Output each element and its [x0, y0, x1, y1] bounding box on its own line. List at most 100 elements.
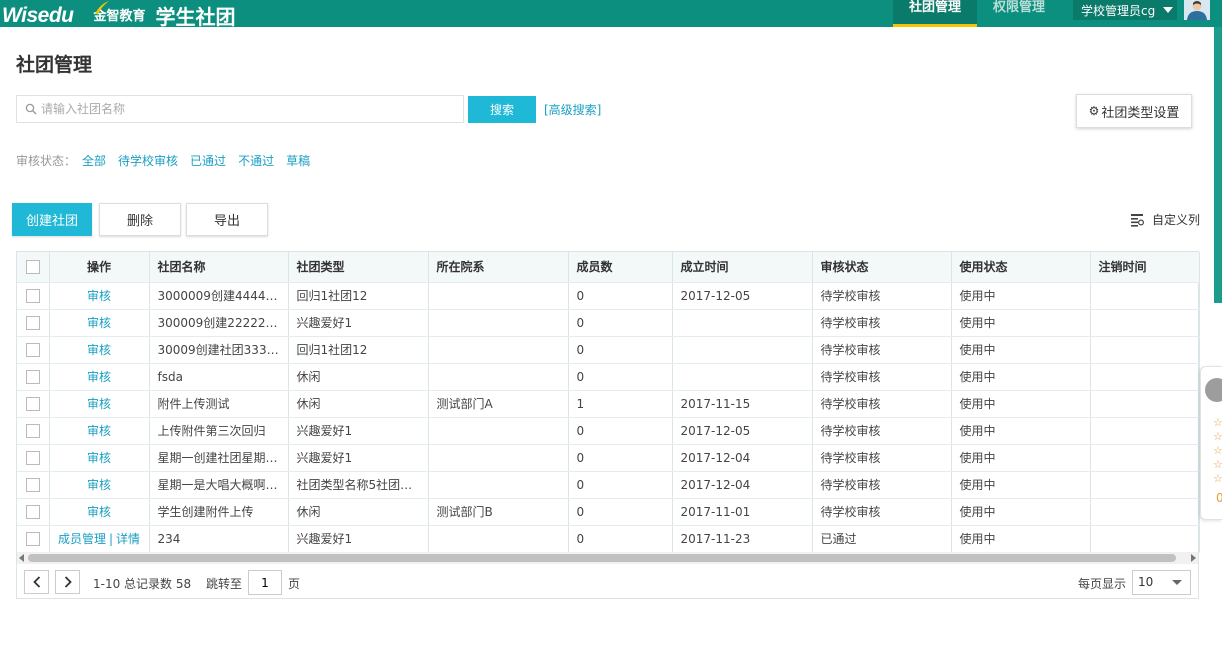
cell-founded-date [672, 309, 813, 337]
column-header-members[interactable]: 成员数 [568, 252, 673, 283]
cell-cancel-time [1090, 525, 1200, 553]
operation-link[interactable]: 审核 [87, 424, 111, 438]
row-select-cell [17, 498, 50, 526]
scroll-right-icon[interactable] [1191, 554, 1196, 562]
row-checkbox[interactable] [25, 450, 40, 465]
table-row[interactable]: 成员管理 | 详情 234 兴趣爱好1 0 2017-11-23 已通过 使用中 [17, 525, 1200, 553]
advanced-search-link[interactable]: [高级搜索] [544, 101, 601, 118]
column-header-type[interactable]: 社团类型 [288, 252, 429, 283]
operation-link[interactable]: 审核 [87, 451, 111, 465]
operation-link[interactable]: 审核 [87, 505, 111, 519]
filter-approved[interactable]: 已通过 [190, 152, 226, 169]
select-all-checkbox[interactable] [25, 260, 40, 274]
prev-page-button[interactable] [24, 570, 49, 594]
star-icon[interactable]: ☆ [1213, 431, 1222, 442]
cell-cancel-time [1090, 417, 1200, 445]
table-row[interactable]: 审核 fsda 休闲 0 待学校审核 使用中 [17, 363, 1200, 391]
create-club-button[interactable]: 创建社团 [12, 203, 92, 236]
column-header-cancel-time[interactable]: 注销时间 [1090, 252, 1200, 283]
scroll-left-icon[interactable] [19, 554, 24, 562]
rating-widget[interactable]: ☆ ☆ ☆ ☆ ☆ 0 [1200, 366, 1222, 520]
filter-all[interactable]: 全部 [82, 152, 106, 169]
cell-review-status: 待学校审核 [812, 309, 952, 337]
operation-link[interactable]: 审核 [87, 343, 111, 357]
table-row[interactable]: 审核 上传附件第三次回归 兴趣爱好1 0 2017-12-05 待学校审核 使用中 [17, 417, 1200, 445]
cell-member-count: 1 [568, 390, 673, 418]
star-icon[interactable]: ☆ [1213, 417, 1222, 428]
row-checkbox[interactable] [25, 369, 40, 384]
page-scrollbar[interactable] [1214, 27, 1222, 303]
feedback-avatar-icon [1205, 378, 1222, 402]
cell-member-count: 0 [568, 309, 673, 337]
cell-operation: 审核 [49, 444, 150, 472]
cell-club-type: 休闲 [288, 390, 429, 418]
operation-link[interactable]: 审核 [87, 316, 111, 330]
row-checkbox[interactable] [25, 288, 40, 303]
cell-founded-date: 2017-11-15 [672, 390, 813, 418]
table-row[interactable]: 审核 3000009创建44444… 回归1社团12 0 2017-12-05 待学校审核… [17, 282, 1200, 310]
delete-button[interactable]: 删除 [99, 203, 181, 236]
avatar[interactable] [1184, 0, 1210, 20]
row-checkbox[interactable] [25, 315, 40, 330]
club-type-setting-button[interactable]: ⚙ 社团类型设置 [1076, 94, 1192, 128]
cell-use-status: 使用中 [951, 363, 1091, 391]
cell-review-status: 待学校审核 [812, 282, 952, 310]
star-icon[interactable]: ☆ [1213, 445, 1222, 456]
star-icon[interactable]: ☆ [1213, 473, 1222, 484]
cell-department: 测试部门A [428, 390, 569, 418]
cell-operation: 成员管理 | 详情 [49, 525, 150, 553]
row-checkbox[interactable] [25, 531, 40, 546]
cell-review-status: 待学校审核 [812, 390, 952, 418]
filter-rejected[interactable]: 不通过 [238, 152, 274, 169]
column-header-name[interactable]: 社团名称 [149, 252, 289, 283]
table-row[interactable]: 审核 星期一是大唱大概啊… 社团类型名称5社团… 0 2017-12-04 待学校审核 使用… [17, 471, 1200, 499]
cell-club-name: 附件上传测试 [149, 390, 289, 418]
search-button[interactable]: 搜索 [468, 96, 536, 123]
cell-operation: 审核 [49, 390, 150, 418]
custom-columns-button[interactable]: 自定义列 [1130, 211, 1200, 228]
logo: Wisedu 金智教育 学生社团 [2, 0, 236, 27]
search-input[interactable] [41, 96, 461, 122]
operation-link[interactable]: 审核 [87, 289, 111, 303]
next-page-button[interactable] [55, 570, 80, 594]
table-row[interactable]: 审核 300009创建222222… 兴趣爱好1 0 待学校审核 使用中 [17, 309, 1200, 337]
page-size-select[interactable]: 10 [1132, 570, 1191, 595]
table-row[interactable]: 审核 30009创建社团3333… 回归1社团12 0 待学校审核 使用中 [17, 336, 1200, 364]
cell-operation: 审核 [49, 336, 150, 364]
row-checkbox[interactable] [25, 423, 40, 438]
nav-permission-management[interactable]: 权限管理 [977, 0, 1061, 27]
gear-icon: ⚙ [1088, 104, 1100, 118]
operation-link[interactable]: 审核 [87, 397, 111, 411]
row-checkbox[interactable] [25, 396, 40, 411]
operation-link[interactable]: 详情 [116, 532, 140, 546]
filter-draft[interactable]: 草稿 [286, 152, 310, 169]
table-row[interactable]: 审核 附件上传测试 休闲 测试部门A 1 2017-11-15 待学校审核 使用中 [17, 390, 1200, 418]
page-number-input[interactable] [248, 570, 282, 595]
cell-founded-date: 2017-12-05 [672, 282, 813, 310]
cell-cancel-time [1090, 336, 1200, 364]
column-header-operation: 操作 [49, 252, 150, 283]
operation-link[interactable]: 审核 [87, 478, 111, 492]
user-menu[interactable]: 学校管理员cg [1073, 0, 1178, 20]
row-checkbox[interactable] [25, 477, 40, 492]
row-checkbox[interactable] [25, 342, 40, 357]
operation-link[interactable]: 成员管理 [58, 532, 106, 546]
column-header-use-status[interactable]: 使用状态 [951, 252, 1091, 283]
row-checkbox[interactable] [25, 504, 40, 519]
filter-pending[interactable]: 待学校审核 [118, 152, 178, 169]
column-header-founded[interactable]: 成立时间 [672, 252, 813, 283]
star-icon[interactable]: ☆ [1213, 459, 1222, 470]
table-row[interactable]: 审核 学生创建附件上传 休闲 测试部门B 0 2017-11-01 待学校审核 使用中 [17, 498, 1200, 526]
nav-club-management[interactable]: 社团管理 [893, 0, 978, 27]
column-header-review-status[interactable]: 审核状态 [812, 252, 952, 283]
operation-link[interactable]: 审核 [87, 370, 111, 384]
export-button[interactable]: 导出 [186, 203, 268, 236]
app-title: 学生社团 [155, 5, 236, 29]
horizontal-scrollbar[interactable] [17, 552, 1198, 564]
scroll-thumb[interactable] [28, 554, 1176, 562]
column-header-department[interactable]: 所在院系 [428, 252, 569, 283]
record-summary: 1-10 总记录数 58 [93, 577, 192, 591]
cell-cancel-time [1090, 444, 1200, 472]
cell-department [428, 336, 569, 364]
table-row[interactable]: 审核 星期一创建社团星期… 兴趣爱好1 0 2017-12-04 待学校审核 使用中 [17, 444, 1200, 472]
